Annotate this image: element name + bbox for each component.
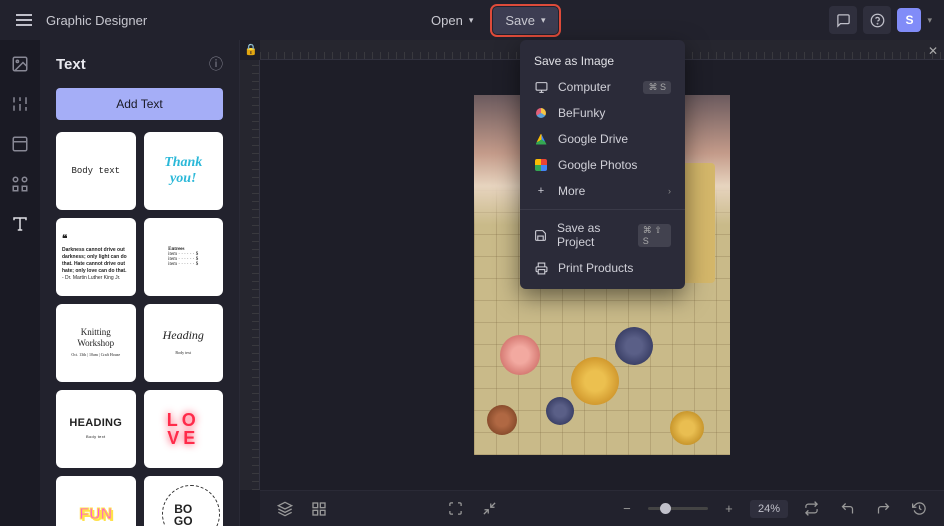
zoom-out-icon[interactable]: − — [614, 496, 640, 522]
zoom-slider[interactable] — [648, 507, 708, 510]
undo-icon[interactable] — [834, 496, 860, 522]
project-icon — [534, 228, 547, 242]
help-icon[interactable] — [863, 6, 891, 34]
text-tool-icon[interactable] — [8, 212, 32, 236]
save-befunky-item[interactable]: BeFunky — [520, 100, 685, 126]
computer-icon — [534, 80, 548, 94]
template-fun[interactable]: FUN — [56, 476, 136, 526]
save-gdrive-item[interactable]: Google Drive — [520, 126, 685, 152]
template-knitting[interactable]: KnittingWorkshopOct. 13th | 10am | Craft… — [56, 304, 136, 382]
chevron-down-icon: ▾ — [469, 15, 474, 26]
template-body-text[interactable]: Body text — [56, 132, 136, 210]
redo-icon[interactable] — [870, 496, 896, 522]
google-drive-icon — [534, 132, 548, 146]
print-icon — [534, 261, 548, 275]
template-quote[interactable]: ❝Darkness cannot drive out darkness; onl… — [56, 218, 136, 296]
save-button[interactable]: Save▾ — [493, 7, 557, 34]
grid-icon[interactable] — [306, 496, 332, 522]
menu-icon[interactable] — [12, 10, 36, 30]
bottom-bar: − + 24% — [260, 490, 944, 526]
shortcut-badge: ⌘ ⇧ S — [638, 224, 671, 247]
vertical-ruler — [240, 60, 260, 490]
adjust-tool-icon[interactable] — [8, 92, 32, 116]
expand-icon[interactable] — [443, 496, 469, 522]
dropdown-heading: Save as Image — [520, 48, 685, 74]
save-project-item[interactable]: Save as Project ⌘ ⇧ S — [520, 215, 685, 255]
template-heading-bold[interactable]: HEADINGBody text — [56, 390, 136, 468]
shortcut-badge: ⌘ S — [643, 81, 671, 94]
lock-icon[interactable]: 🔒 — [244, 43, 258, 56]
layout-tool-icon[interactable] — [8, 132, 32, 156]
template-bogo[interactable]: BOGO — [144, 476, 224, 526]
zoom-control: − + 24% — [614, 496, 788, 522]
image-tool-icon[interactable] — [8, 52, 32, 76]
avatar[interactable]: S — [897, 8, 921, 32]
google-photos-icon — [534, 158, 548, 172]
befunky-icon — [534, 106, 548, 120]
save-more-item[interactable]: + More › — [520, 178, 685, 204]
graphics-tool-icon[interactable] — [8, 172, 32, 196]
separator — [520, 209, 685, 210]
template-love[interactable]: LOVE — [144, 390, 224, 468]
chevron-down-icon[interactable]: ▾ — [927, 15, 932, 26]
panel-title: Text — [56, 56, 86, 73]
template-heading-italic[interactable]: HeadingBody text — [144, 304, 224, 382]
template-menu[interactable]: Entreesitem · · · · · · $item · · · · · … — [144, 218, 224, 296]
info-icon[interactable]: ⓘ — [209, 54, 223, 74]
chevron-down-icon: ▾ — [541, 15, 546, 26]
template-thank-you[interactable]: Thank you! — [144, 132, 224, 210]
chevron-right-icon: › — [668, 186, 671, 196]
save-computer-item[interactable]: Computer ⌘ S — [520, 74, 685, 100]
open-button[interactable]: Open▾ — [419, 7, 485, 34]
artboard-flowers — [474, 275, 730, 455]
tool-rail — [0, 40, 40, 526]
top-bar: Graphic Designer Open▾ Save▾ S ▾ — [0, 0, 944, 40]
layers-icon[interactable] — [272, 496, 298, 522]
plus-icon: + — [534, 184, 548, 198]
app-title: Graphic Designer — [46, 13, 147, 28]
history-icon[interactable] — [906, 496, 932, 522]
text-panel: Text ⓘ Add Text Body text Thank you! ❝Da… — [40, 40, 240, 526]
zoom-value[interactable]: 24% — [750, 500, 788, 518]
add-text-button[interactable]: Add Text — [56, 88, 223, 120]
text-templates: Body text Thank you! ❝Darkness cannot dr… — [40, 132, 239, 526]
close-icon[interactable]: ✕ — [925, 43, 941, 59]
print-products-item[interactable]: Print Products — [520, 255, 685, 281]
feedback-icon[interactable] — [829, 6, 857, 34]
fit-icon[interactable] — [477, 496, 503, 522]
save-dropdown: Save as Image Computer ⌘ S BeFunky Googl… — [520, 40, 685, 289]
compare-icon[interactable] — [798, 496, 824, 522]
zoom-in-icon[interactable]: + — [716, 496, 742, 522]
save-gphotos-item[interactable]: Google Photos — [520, 152, 685, 178]
